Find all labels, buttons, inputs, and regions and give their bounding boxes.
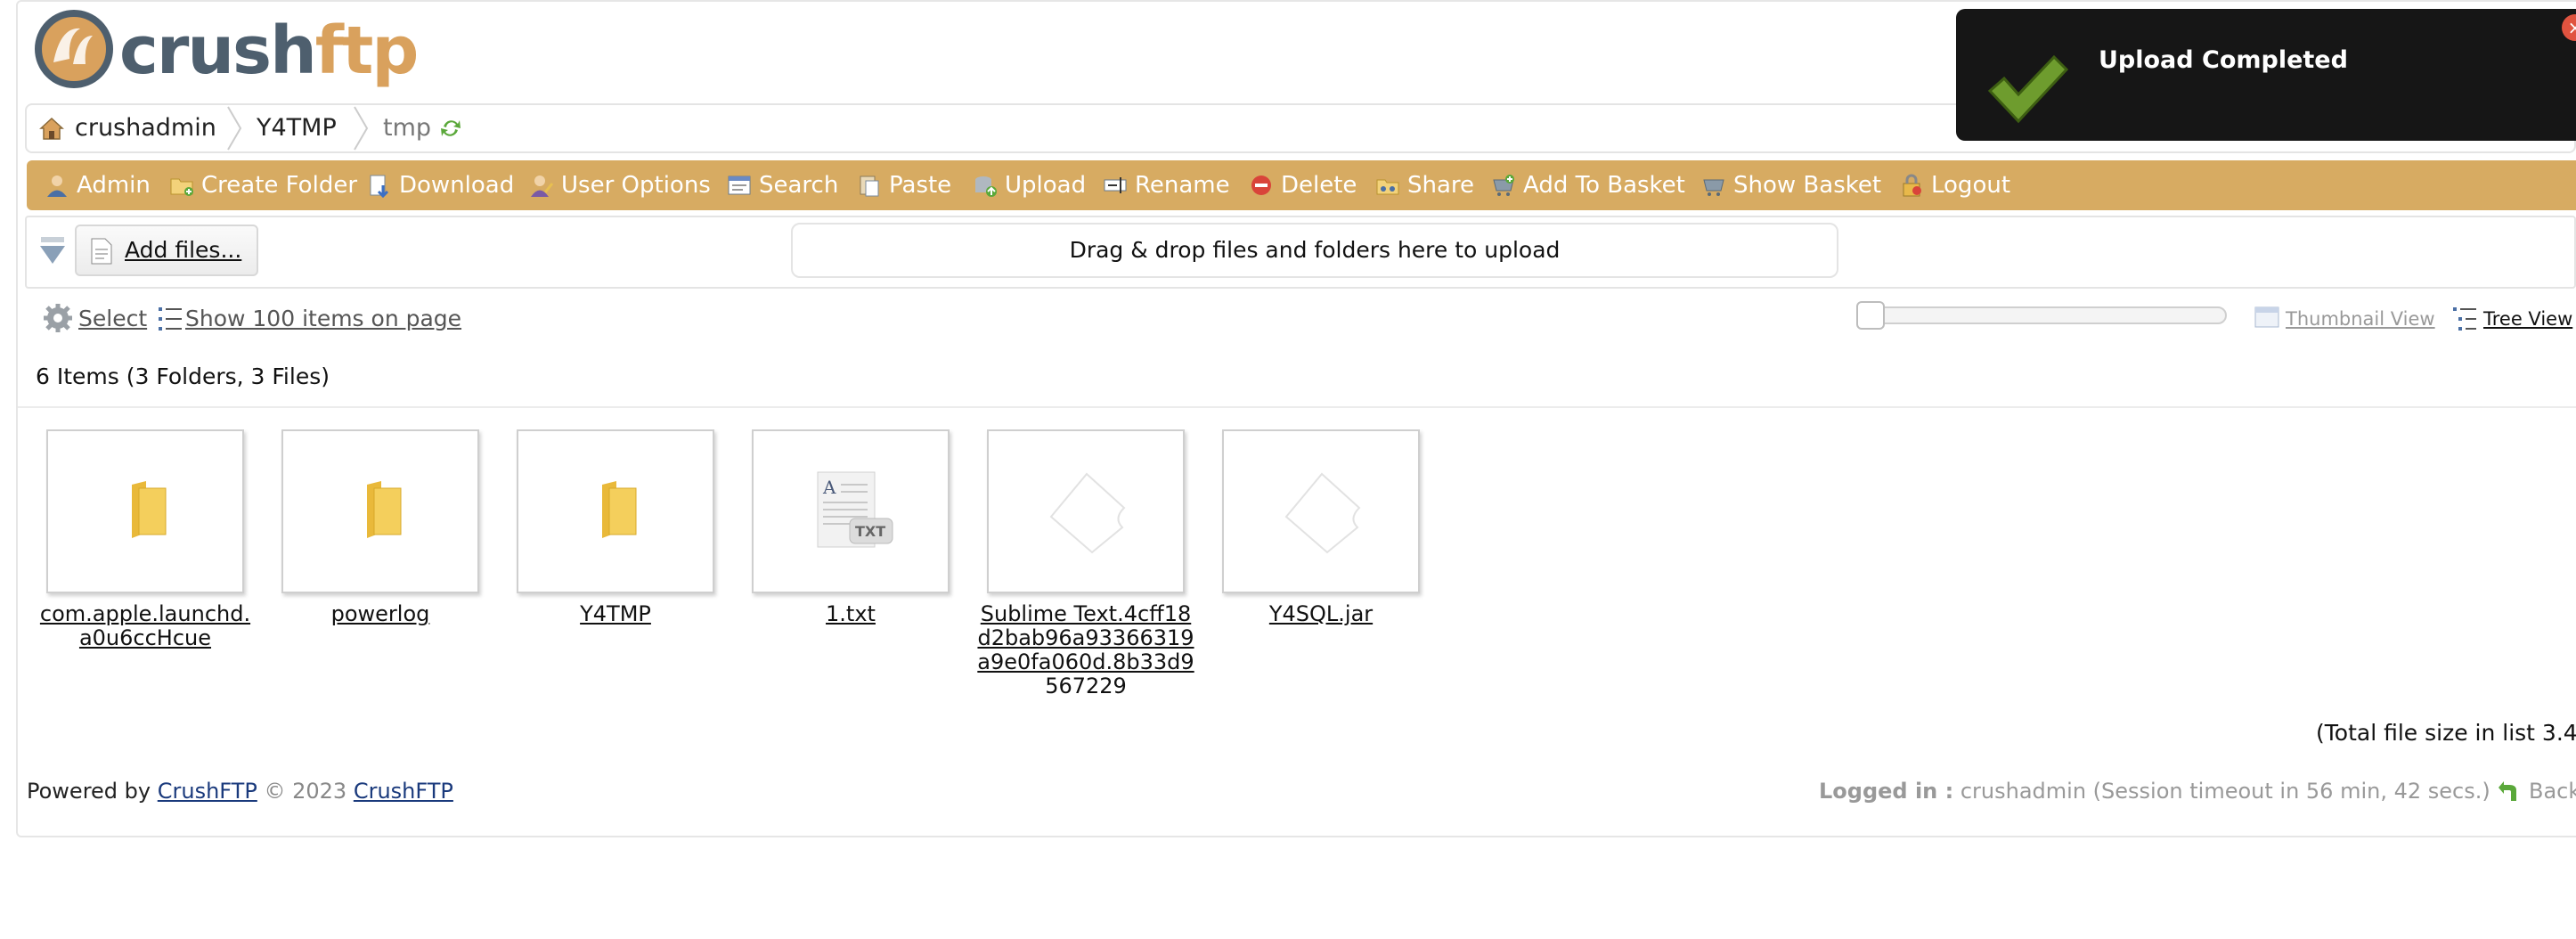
checkmark-icon xyxy=(1987,54,2069,124)
add-to-basket-icon xyxy=(1493,175,1514,196)
add-files-label: Add files... xyxy=(125,237,242,263)
divider xyxy=(18,406,2576,408)
thumbnail-view-icon xyxy=(2254,306,2279,328)
breadcrumb-item-y4tmp[interactable]: Y4TMP xyxy=(257,105,337,151)
toolbar: Admin Create Folder Download User Option… xyxy=(27,160,2576,210)
breadcrumb-separator-icon xyxy=(227,106,242,151)
create-folder-icon xyxy=(170,178,193,196)
svg-text:TXT: TXT xyxy=(855,523,885,540)
file-tile-folder[interactable] xyxy=(281,429,479,593)
upload-area: Add files... Drag & drop files and folde… xyxy=(25,216,2576,289)
upload-completed-toast: Upload Completed xyxy=(1956,9,2576,141)
download-icon xyxy=(370,175,389,198)
thumbnail-view-link[interactable]: Thumbnail View xyxy=(2286,303,2435,335)
crushftp-logo: crushftp xyxy=(34,9,419,94)
admin-button[interactable]: Admin xyxy=(45,160,151,210)
powered-by-text: Powered by xyxy=(27,779,151,804)
breadcrumb-item-crushadmin[interactable]: crushadmin xyxy=(75,105,216,151)
folder-icon xyxy=(132,481,167,538)
file-name-clip: Sublime Text.4cff18d2bab96a93366319a9e0f… xyxy=(974,602,1197,695)
list-icon xyxy=(159,307,182,331)
user-options-icon xyxy=(531,176,554,197)
logout-lock-icon xyxy=(1903,174,1921,197)
generic-file-icon xyxy=(1049,472,1126,554)
search-icon xyxy=(728,176,751,195)
home-icon[interactable] xyxy=(37,114,66,143)
total-file-size: (Total file size in list 3.4 K xyxy=(2316,720,2576,746)
search-button[interactable]: Search xyxy=(727,160,838,210)
file-tile-generic[interactable] xyxy=(987,429,1185,593)
add-to-basket-button[interactable]: Add To Basket xyxy=(1491,160,1685,210)
paste-icon xyxy=(860,176,879,197)
svg-text:A: A xyxy=(822,477,836,498)
share-icon xyxy=(1376,179,1399,195)
collapse-arrow-icon[interactable] xyxy=(37,235,68,267)
show-basket-icon xyxy=(1703,179,1724,196)
back-to-top-link[interactable]: Back to t xyxy=(2529,779,2576,804)
dropzone[interactable]: Drag & drop files and folders here to up… xyxy=(791,223,1838,278)
download-button[interactable]: Download xyxy=(367,160,514,210)
refresh-icon[interactable] xyxy=(438,116,463,141)
file-name[interactable]: powerlog xyxy=(269,602,492,626)
user-options-button[interactable]: User Options xyxy=(529,160,711,210)
rename-button[interactable]: Rename xyxy=(1103,160,1230,210)
crushftp-link[interactable]: CrushFTP xyxy=(158,779,257,804)
folder-icon xyxy=(367,481,402,538)
rename-icon xyxy=(1104,177,1127,193)
folder-icon xyxy=(602,481,637,538)
file-name[interactable]: Sublime Text.4cff18d2bab96a93366319a9e0f… xyxy=(974,602,1197,695)
generic-file-icon xyxy=(1284,472,1361,554)
file-name[interactable]: com.apple.launchd.a0u6ccHcue xyxy=(34,602,257,650)
gear-icon[interactable] xyxy=(43,303,73,333)
toast-title: Upload Completed xyxy=(2099,46,2348,74)
file-name[interactable]: Y4SQL.jar xyxy=(1210,602,1432,626)
file-tile-folder[interactable] xyxy=(46,429,244,593)
share-button[interactable]: Share xyxy=(1375,160,1474,210)
breadcrumb-item-tmp: tmp xyxy=(383,114,432,142)
paste-button[interactable]: Paste xyxy=(857,160,951,210)
txt-file-icon: A TXT xyxy=(817,471,893,548)
show-items-link[interactable]: Show 100 items on page xyxy=(185,303,461,335)
zoom-slider-thumb[interactable] xyxy=(1856,301,1885,330)
upload-button[interactable]: Upload xyxy=(973,160,1086,210)
show-basket-button[interactable]: Show Basket xyxy=(1701,160,1881,210)
create-folder-button[interactable]: Create Folder xyxy=(169,160,357,210)
back-arrow-icon[interactable] xyxy=(2497,780,2522,804)
logo-globe-icon xyxy=(35,10,113,88)
file-tile-txt[interactable]: A TXT xyxy=(752,429,950,593)
delete-icon xyxy=(1251,176,1271,195)
tree-view-link[interactable]: Tree View xyxy=(2483,303,2572,335)
delete-button[interactable]: Delete xyxy=(1249,160,1357,210)
upload-icon xyxy=(975,176,997,197)
file-name[interactable]: Y4TMP xyxy=(504,602,727,626)
logged-in-label: Logged in : xyxy=(1819,779,1954,804)
select-link[interactable]: Select xyxy=(78,303,147,335)
file-name[interactable]: 1.txt xyxy=(739,602,962,626)
zoom-slider-track[interactable] xyxy=(1856,306,2227,324)
admin-user-icon xyxy=(47,176,67,197)
footer: Powered by CrushFTP © 2023 CrushFTP xyxy=(27,779,453,804)
crushftp-link-2[interactable]: CrushFTP xyxy=(354,779,453,804)
add-file-icon xyxy=(91,238,112,265)
file-tile-folder[interactable] xyxy=(517,429,714,593)
tree-view-icon xyxy=(2453,307,2476,331)
copyright-text: © 2023 xyxy=(264,779,347,804)
items-summary: 6 Items (3 Folders, 3 Files) xyxy=(36,363,330,389)
logged-in-info: Logged in : crushadmin (Session timeout … xyxy=(1819,779,2576,804)
file-tile-generic[interactable] xyxy=(1222,429,1420,593)
logo-text-crush: crush xyxy=(119,12,317,89)
logout-button[interactable]: Logout xyxy=(1899,160,2010,210)
logo-text-ftp: ftp xyxy=(314,12,420,89)
breadcrumb-separator-icon xyxy=(354,106,369,151)
add-files-button[interactable]: Add files... xyxy=(75,225,258,276)
logged-in-user: crushadmin (Session timeout in 56 min, 4… xyxy=(1960,779,2490,804)
